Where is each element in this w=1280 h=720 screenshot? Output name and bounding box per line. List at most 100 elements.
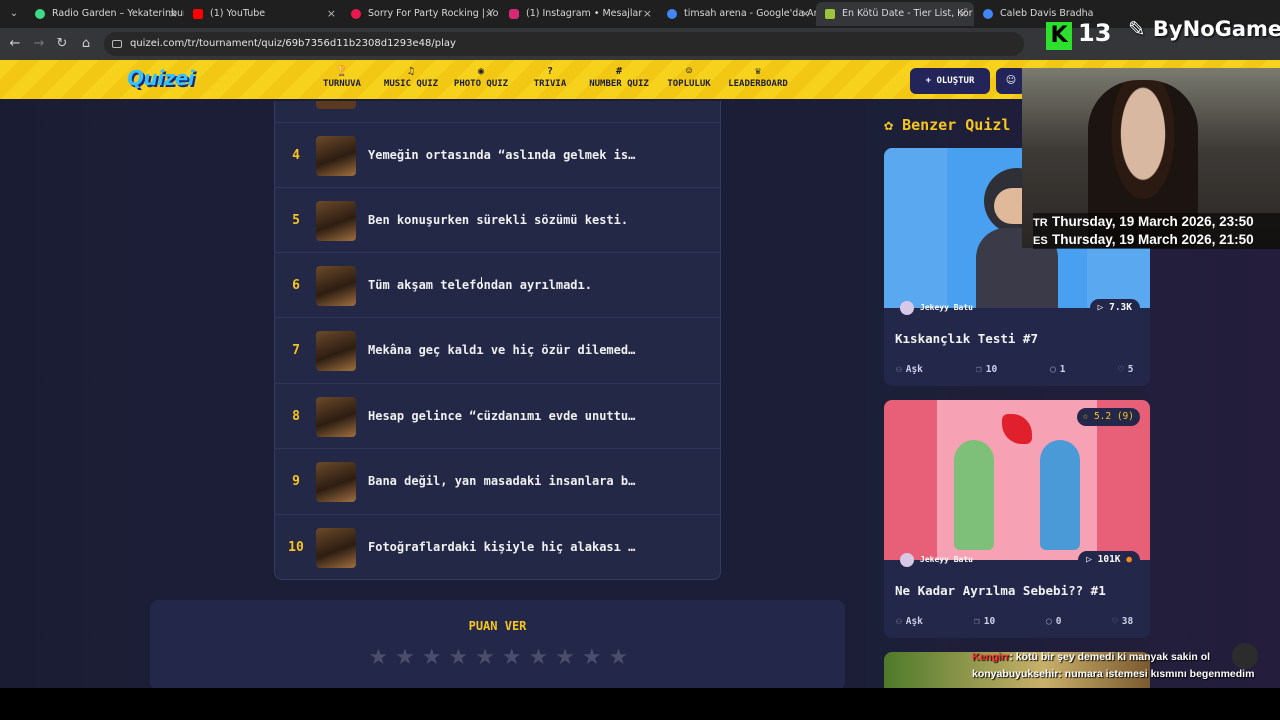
close-icon[interactable]: × xyxy=(959,2,968,26)
quiz-title[interactable]: Kıskançlık Testi #7 xyxy=(895,331,1038,346)
nav-trivia[interactable]: ? TRIVIA xyxy=(530,65,570,89)
date-thumbnail xyxy=(316,201,356,241)
star-icon[interactable]: ★ xyxy=(392,645,419,670)
hash-icon: # xyxy=(615,66,623,77)
browser-tab[interactable]: (1) Instagram • Mesajlar × xyxy=(500,2,658,26)
browser-tab[interactable]: Sorry For Party Rocking | Yo × xyxy=(342,2,500,26)
close-icon[interactable]: × xyxy=(643,2,652,26)
star-icon[interactable]: ★ xyxy=(472,645,499,670)
category-icon: ⚇ xyxy=(896,616,902,627)
browser-tab[interactable]: Radio Garden – Yekaterinburg × xyxy=(26,2,184,26)
comments-value: 1 xyxy=(1059,364,1066,375)
nav-leaderboard[interactable]: ♛ LEADERBOARD xyxy=(725,65,791,89)
quiz-title[interactable]: Ne Kadar Ayrılma Sebebi?? #1 xyxy=(895,583,1106,598)
close-icon[interactable]: × xyxy=(801,2,810,26)
star-rating[interactable]: ★ ★ ★ ★ ★ ★ ★ ★ ★ ★ xyxy=(365,645,632,671)
category-label: Aşk xyxy=(905,364,923,375)
quizei-icon xyxy=(825,9,835,19)
trophy-icon: 🏆 xyxy=(335,66,349,77)
create-button[interactable]: + OLUŞTUR xyxy=(910,68,990,94)
nav-topluluk[interactable]: ☺ TOPLULUK xyxy=(664,65,714,89)
site-logo[interactable]: Quizei xyxy=(127,66,195,90)
music-site-icon xyxy=(351,9,361,19)
item-text: Tüm akşam telefondan ayrılmadı. xyxy=(368,278,592,292)
quiz-card[interactable]: ☆ 5.2 (9) Jekeyy Batu ▷ 101K ● Ne Kadar … xyxy=(884,400,1150,638)
star-icon[interactable]: ★ xyxy=(418,645,445,670)
rank-number: 9 xyxy=(292,474,300,489)
previous-row-thumbnail xyxy=(316,101,356,109)
nav-label: MUSIC QUIZ xyxy=(383,79,439,89)
quiz-category: ⚇ Aşk xyxy=(896,616,923,627)
youtube-icon xyxy=(193,9,203,19)
nav-photo-quiz[interactable]: ◉ PHOTO QUIZ xyxy=(450,65,512,89)
list-item[interactable]: 7 Mekâna geç kaldı ve hiç özür dilemed… xyxy=(274,317,721,382)
list-item[interactable]: 5 Ben konuşurken sürekli sözümü kesti. xyxy=(274,187,721,252)
reload-icon[interactable]: ↻ xyxy=(54,36,70,52)
chat-message: konyabuyuksehir: numara istemesi kısmını… xyxy=(972,666,1268,683)
google-icon xyxy=(667,9,677,19)
stream-chat: Kengirr: kötü bir şey demedi ki manyak s… xyxy=(972,649,1268,683)
browser-tab[interactable]: Caleb Davis Bradham - Google xyxy=(974,2,1094,26)
play-count-value: ▷ 101K xyxy=(1086,554,1121,565)
avatar xyxy=(900,553,914,567)
tab-title: (1) Instagram • Mesajlar xyxy=(526,8,643,19)
home-icon[interactable]: ⌂ xyxy=(78,36,94,52)
quiz-category: ⚇ Aşk xyxy=(896,364,923,375)
question-count: ❐ 10 xyxy=(974,616,995,627)
nav-turnuva[interactable]: 🏆 TURNUVA xyxy=(318,65,366,89)
item-text: Mekâna geç kaldı ve hiç özür dilemed… xyxy=(368,343,636,357)
heart-icon: ♡ xyxy=(1118,364,1124,375)
taskbar-strip xyxy=(0,688,1280,720)
date-thumbnail xyxy=(316,266,356,306)
rank-number: 8 xyxy=(292,409,300,424)
nav-music-quiz[interactable]: ♫ MUSIC QUIZ xyxy=(381,65,441,89)
star-icon[interactable]: ★ xyxy=(605,645,632,670)
close-icon[interactable]: × xyxy=(327,2,336,26)
date-thumbnail xyxy=(316,462,356,502)
list-item[interactable]: 8 Hesap gelince “cüzdanımı evde unuttu… xyxy=(274,383,721,448)
close-icon[interactable]: × xyxy=(169,2,178,26)
clock-text: Thursday, 19 March 2026, 23:50 xyxy=(1052,214,1254,229)
back-arrow-icon[interactable]: ← xyxy=(7,36,23,52)
rating-badge: ☆ 5.2 (9) xyxy=(1076,408,1140,426)
browser-tab[interactable]: timsah arena - Google'da Ara × xyxy=(658,2,816,26)
browser-tab[interactable]: (1) YouTube × xyxy=(184,2,342,26)
item-text: Hesap gelince “cüzdanımı evde unuttu… xyxy=(368,409,636,423)
star-icon[interactable]: ★ xyxy=(445,645,472,670)
star-icon[interactable]: ★ xyxy=(579,645,606,670)
list-item[interactable]: 9 Bana değil, yan masadaki insanlara b… xyxy=(274,448,721,513)
url-field[interactable]: quizei.com/tr/tournament/quiz/69b7356d11… xyxy=(104,32,1024,56)
author-name: Jekeyy Batu xyxy=(920,303,973,312)
star-icon[interactable]: ★ xyxy=(365,645,392,670)
quiz-author[interactable]: Jekeyy Batu xyxy=(900,552,973,568)
heart-icon: ♡ xyxy=(1112,616,1118,627)
list-item[interactable]: 10 Fotoğraflardaki kişiyle hiç alakası … xyxy=(274,514,721,579)
like-count[interactable]: ♡ 38 xyxy=(1112,616,1133,627)
tab-search-icon[interactable]: ⌄ xyxy=(6,6,22,22)
forward-arrow-icon[interactable]: → xyxy=(31,36,47,52)
date-thumbnail xyxy=(316,136,356,176)
nav-label: PHOTO QUIZ xyxy=(453,79,509,89)
site-info-icon[interactable] xyxy=(112,40,122,48)
star-icon[interactable]: ★ xyxy=(525,645,552,670)
tab-title: Caleb Davis Bradham - Google xyxy=(1000,8,1094,19)
nav-number-quiz[interactable]: # NUMBER QUIZ xyxy=(586,65,652,89)
clock-text: Thursday, 19 March 2026, 21:50 xyxy=(1052,232,1254,247)
fire-icon: ● xyxy=(1126,554,1132,565)
man-figure xyxy=(1040,440,1080,550)
brand-name: ✎ ByNoGame xyxy=(1128,17,1280,41)
star-icon[interactable]: ★ xyxy=(498,645,525,670)
close-icon[interactable]: × xyxy=(485,2,494,26)
tab-title: timsah arena - Google'da Ara xyxy=(684,8,816,19)
like-count[interactable]: ♡ 5 xyxy=(1118,364,1133,375)
radio-garden-icon xyxy=(35,9,45,19)
star-icon[interactable]: ★ xyxy=(552,645,579,670)
quiz-author[interactable]: Jekeyy Batu xyxy=(900,300,973,316)
nav-label: TRIVIA xyxy=(533,79,567,89)
rating-title: PUAN VER xyxy=(468,619,527,633)
rank-number: 7 xyxy=(292,343,300,358)
browser-tab-active[interactable]: En Kötü Date - Tier List, Kör Sı × xyxy=(816,2,974,26)
list-item[interactable]: 6 Tüm akşam telefondan ayrılmadı. xyxy=(274,252,721,317)
rank-number: 5 xyxy=(292,213,300,228)
list-item[interactable]: 4 Yemeğin ortasında “aslında gelmek is… xyxy=(274,122,721,187)
